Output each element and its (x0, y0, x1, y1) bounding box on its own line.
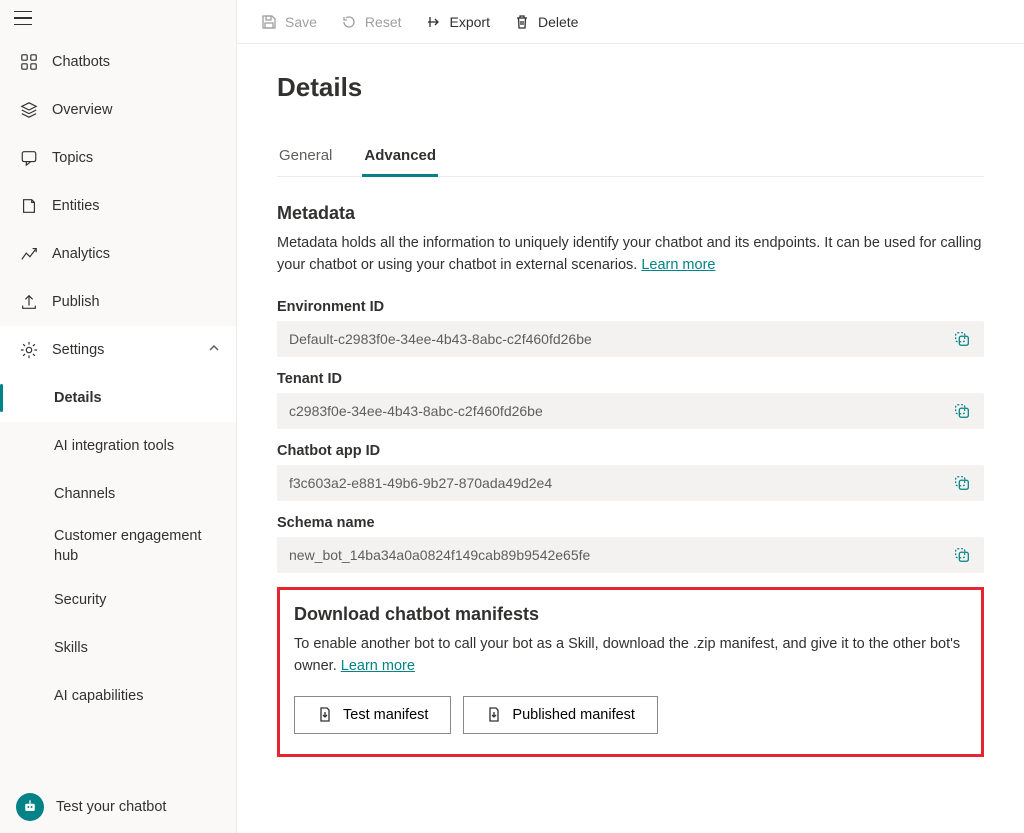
app-id-label: Chatbot app ID (277, 443, 984, 459)
sidebar-item-label: Channels (54, 486, 115, 502)
sidebar-item-label: Settings (52, 342, 104, 358)
save-icon (261, 14, 277, 30)
sidebar-item-label: Topics (52, 150, 93, 166)
manifests-description: To enable another bot to call your bot a… (294, 633, 967, 678)
analytics-icon (20, 245, 38, 263)
env-id-label: Environment ID (277, 299, 984, 315)
sidebar-subitem-details[interactable]: Details (0, 374, 236, 422)
copy-tenant-id-button[interactable] (950, 399, 974, 423)
tenant-id-label: Tenant ID (277, 371, 984, 387)
app-id-field: f3c603a2-e881-49b6-9b27-870ada49d2e4 (277, 465, 984, 501)
sidebar-item-settings[interactable]: Settings (0, 326, 236, 374)
app-id-value: f3c603a2-e881-49b6-9b27-870ada49d2e4 (289, 475, 950, 491)
sidebar-subitem-security[interactable]: Security (0, 576, 236, 624)
sidebar-item-label: Overview (52, 102, 112, 118)
sidebar: Chatbots Overview Topics Entities Analyt… (0, 0, 237, 833)
sidebar-item-entities[interactable]: Entities (0, 182, 236, 230)
sidebar-item-overview[interactable]: Overview (0, 86, 236, 134)
delete-icon (514, 14, 530, 30)
bot-avatar-icon (16, 793, 44, 821)
test-chatbot-button[interactable]: Test your chatbot (0, 781, 236, 833)
schema-label: Schema name (277, 515, 984, 531)
sidebar-item-analytics[interactable]: Analytics (0, 230, 236, 278)
overview-icon (20, 101, 38, 119)
schema-field: new_bot_14ba34a0a0824f149cab89b9542e65fe (277, 537, 984, 573)
main-area: Save Reset Export Delete Details General… (237, 0, 1024, 833)
manifests-learn-more-link[interactable]: Learn more (341, 658, 415, 674)
download-icon (486, 707, 502, 723)
export-button[interactable]: Export (426, 14, 490, 30)
sidebar-item-label: Security (54, 592, 106, 608)
sidebar-subitem-skills[interactable]: Skills (0, 624, 236, 672)
sidebar-item-label: Chatbots (52, 54, 110, 70)
command-bar: Save Reset Export Delete (237, 0, 1024, 44)
tab-general[interactable]: General (277, 139, 334, 176)
copy-app-id-button[interactable] (950, 471, 974, 495)
sidebar-subitem-channels[interactable]: Channels (0, 470, 236, 518)
topics-icon (20, 149, 38, 167)
test-manifest-button[interactable]: Test manifest (294, 696, 451, 734)
sidebar-subitem-ai-integration[interactable]: AI integration tools (0, 422, 236, 470)
sidebar-item-label: Details (54, 390, 102, 406)
tabs: General Advanced (277, 139, 984, 177)
save-button: Save (261, 14, 317, 30)
manifests-heading: Download chatbot manifests (294, 604, 967, 625)
metadata-heading: Metadata (277, 203, 984, 224)
sidebar-item-chatbots[interactable]: Chatbots (0, 38, 236, 86)
copy-env-id-button[interactable] (950, 327, 974, 351)
sidebar-item-label: Publish (52, 294, 100, 310)
page-title: Details (277, 72, 984, 103)
copy-schema-button[interactable] (950, 543, 974, 567)
test-chatbot-label: Test your chatbot (56, 799, 166, 815)
export-icon (426, 14, 442, 30)
reset-icon (341, 14, 357, 30)
metadata-description: Metadata holds all the information to un… (277, 232, 984, 277)
chatbots-icon (20, 53, 38, 71)
settings-icon (20, 341, 38, 359)
sidebar-item-label: Customer engagement hub (54, 527, 220, 566)
delete-button[interactable]: Delete (514, 14, 578, 30)
metadata-learn-more-link[interactable]: Learn more (641, 257, 715, 273)
sidebar-item-label: AI capabilities (54, 688, 143, 704)
sidebar-item-publish[interactable]: Publish (0, 278, 236, 326)
reset-button: Reset (341, 14, 402, 30)
env-id-field: Default-c2983f0e-34ee-4b43-8abc-c2f460fd… (277, 321, 984, 357)
tenant-id-field: c2983f0e-34ee-4b43-8abc-c2f460fd26be (277, 393, 984, 429)
publish-icon (20, 293, 38, 311)
tenant-id-value: c2983f0e-34ee-4b43-8abc-c2f460fd26be (289, 403, 950, 419)
sidebar-subitem-ai-capabilities[interactable]: AI capabilities (0, 672, 236, 720)
manifests-highlight-box: Download chatbot manifests To enable ano… (277, 587, 984, 757)
entities-icon (20, 197, 38, 215)
sidebar-item-label: Analytics (52, 246, 110, 262)
sidebar-item-topics[interactable]: Topics (0, 134, 236, 182)
published-manifest-button[interactable]: Published manifest (463, 696, 658, 734)
schema-value: new_bot_14ba34a0a0824f149cab89b9542e65fe (289, 547, 950, 563)
sidebar-item-label: Entities (52, 198, 100, 214)
sidebar-subitem-customer-engagement[interactable]: Customer engagement hub (0, 518, 236, 576)
chevron-up-icon (208, 342, 220, 358)
hamburger-menu-icon[interactable] (14, 6, 38, 30)
env-id-value: Default-c2983f0e-34ee-4b43-8abc-c2f460fd… (289, 331, 950, 347)
download-icon (317, 707, 333, 723)
sidebar-item-label: Skills (54, 640, 88, 656)
sidebar-item-label: AI integration tools (54, 438, 174, 454)
tab-advanced[interactable]: Advanced (362, 139, 438, 176)
